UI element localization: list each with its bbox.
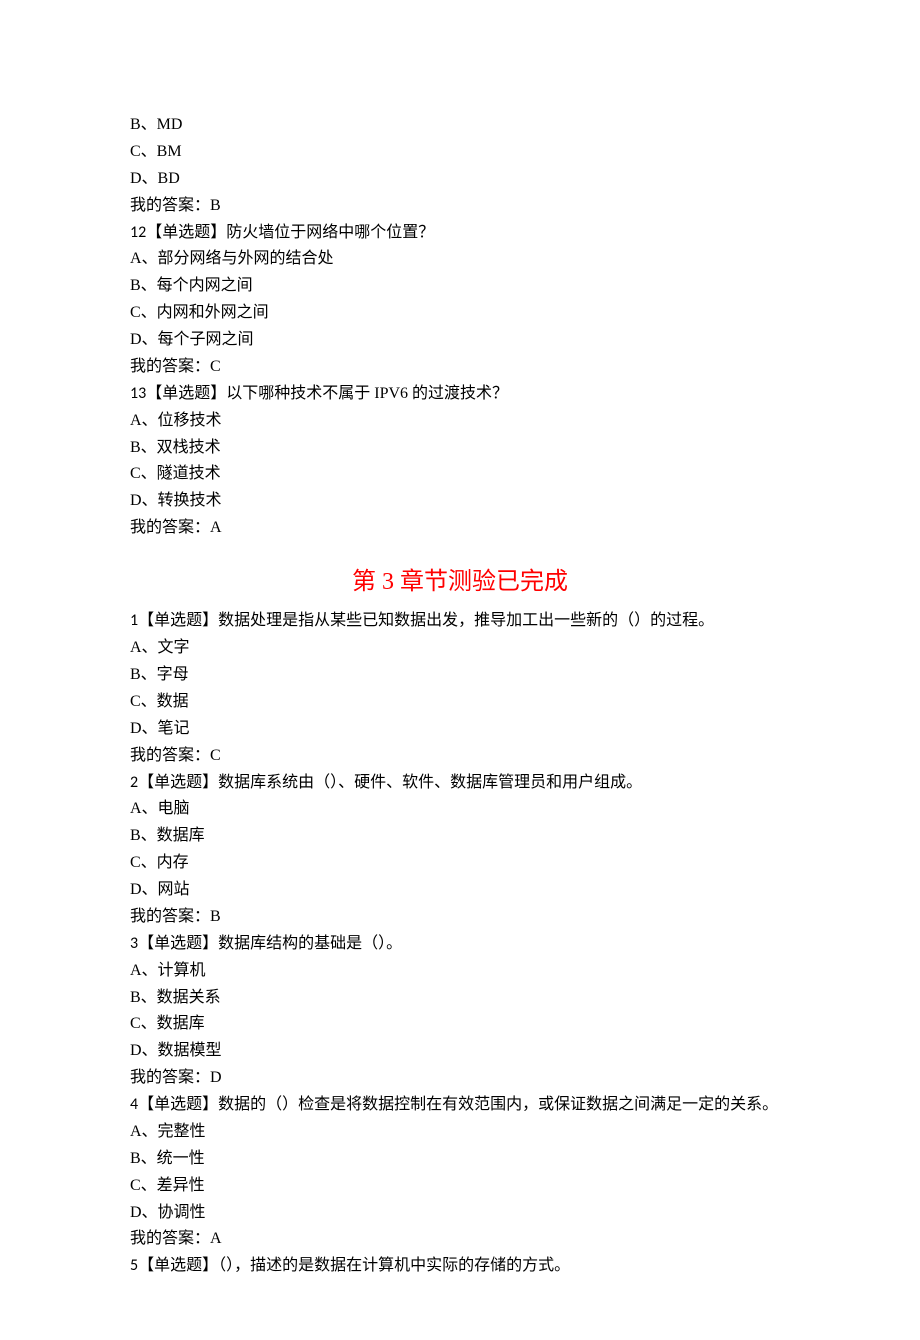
option-line: D、BD: [130, 166, 790, 193]
option-line: C、数据: [130, 689, 790, 716]
question-tag: 【单选题】: [138, 1257, 218, 1274]
option-line: D、笔记: [130, 716, 790, 743]
question-stem: 13【单选题】以下哪种技术不属于 IPV6 的过渡技术？: [130, 381, 790, 408]
question-stem: 2【单选题】数据库系统由（）、硬件、软件、数据库管理员和用户组成。: [130, 770, 790, 797]
question-number: 12: [130, 223, 146, 242]
option-line: C、内网和外网之间: [130, 300, 790, 327]
question-block: 2【单选题】数据库系统由（）、硬件、软件、数据库管理员和用户组成。 A、电脑 B…: [130, 770, 790, 931]
question-text: （），描述的是数据在计算机中实际的存储的方式。: [218, 1257, 570, 1274]
answer-line: 我的答案：B: [130, 904, 790, 931]
option-line: B、数据库: [130, 823, 790, 850]
question-text: 数据处理是指从某些已知数据出发，推导加工出一些新的（）的过程。: [218, 612, 714, 629]
option-line: A、文字: [130, 635, 790, 662]
truncated-options-block: B、MD C、BM D、BD 我的答案：B: [130, 112, 790, 220]
option-line: B、数据关系: [130, 985, 790, 1012]
answer-line: 我的答案：C: [130, 354, 790, 381]
option-line: B、字母: [130, 662, 790, 689]
question-text: 数据库系统由（）、硬件、软件、数据库管理员和用户组成。: [218, 774, 642, 791]
question-block: 12【单选题】防火墙位于网络中哪个位置？ A、部分网络与外网的结合处 B、每个内…: [130, 220, 790, 381]
answer-line: 我的答案：B: [130, 193, 790, 220]
question-block: 13【单选题】以下哪种技术不属于 IPV6 的过渡技术？ A、位移技术 B、双栈…: [130, 381, 790, 542]
question-number: 4: [130, 1095, 138, 1114]
option-line: B、每个内网之间: [130, 273, 790, 300]
question-block: 3【单选题】数据库结构的基础是（）。 A、计算机 B、数据关系 C、数据库 D、…: [130, 931, 790, 1092]
answer-line: 我的答案：D: [130, 1065, 790, 1092]
question-tag: 【单选题】: [138, 774, 218, 791]
question-text: 数据库结构的基础是（）。: [218, 935, 402, 952]
document-page: B、MD C、BM D、BD 我的答案：B 12【单选题】防火墙位于网络中哪个位…: [0, 0, 920, 1340]
question-number: 5: [130, 1256, 138, 1275]
option-line: D、转换技术: [130, 488, 790, 515]
answer-line: 我的答案：A: [130, 1226, 790, 1253]
option-line: B、MD: [130, 112, 790, 139]
question-stem: 4【单选题】数据的（）检查是将数据控制在有效范围内，或保证数据之间满足一定的关系…: [130, 1092, 790, 1119]
option-line: B、双栈技术: [130, 435, 790, 462]
option-line: A、完整性: [130, 1119, 790, 1146]
option-line: D、每个子网之间: [130, 327, 790, 354]
question-text: 数据的（）检查是将数据控制在有效范围内，或保证数据之间满足一定的关系。: [218, 1096, 778, 1113]
option-line: A、部分网络与外网的结合处: [130, 246, 790, 273]
option-line: C、隧道技术: [130, 461, 790, 488]
question-tag: 【单选题】: [146, 224, 226, 241]
option-line: A、电脑: [130, 796, 790, 823]
question-stem: 3【单选题】数据库结构的基础是（）。: [130, 931, 790, 958]
question-number: 2: [130, 773, 138, 792]
question-tag: 【单选题】: [138, 935, 218, 952]
question-number: 3: [130, 934, 138, 953]
answer-line: 我的答案：A: [130, 515, 790, 542]
question-tag: 【单选题】: [138, 612, 218, 629]
question-text: 防火墙位于网络中哪个位置？: [226, 224, 434, 241]
question-stem: 5【单选题】（），描述的是数据在计算机中实际的存储的方式。: [130, 1253, 790, 1280]
option-line: D、网站: [130, 877, 790, 904]
question-block: 1【单选题】数据处理是指从某些已知数据出发，推导加工出一些新的（）的过程。 A、…: [130, 608, 790, 769]
question-number: 1: [130, 611, 138, 630]
question-block: 4【单选题】数据的（）检查是将数据控制在有效范围内，或保证数据之间满足一定的关系…: [130, 1092, 790, 1253]
question-tag: 【单选题】: [146, 385, 226, 402]
option-line: C、差异性: [130, 1173, 790, 1200]
option-line: C、数据库: [130, 1011, 790, 1038]
option-line: D、数据模型: [130, 1038, 790, 1065]
question-number: 13: [130, 384, 146, 403]
question-stem: 12【单选题】防火墙位于网络中哪个位置？: [130, 220, 790, 247]
question-text: 以下哪种技术不属于 IPV6 的过渡技术？: [226, 385, 508, 402]
option-line: A、计算机: [130, 958, 790, 985]
question-block: 5【单选题】（），描述的是数据在计算机中实际的存储的方式。: [130, 1253, 790, 1280]
option-line: B、统一性: [130, 1146, 790, 1173]
option-line: C、BM: [130, 139, 790, 166]
answer-line: 我的答案：C: [130, 743, 790, 770]
option-line: A、位移技术: [130, 408, 790, 435]
option-line: D、协调性: [130, 1200, 790, 1227]
option-line: C、内存: [130, 850, 790, 877]
question-tag: 【单选题】: [138, 1096, 218, 1113]
question-stem: 1【单选题】数据处理是指从某些已知数据出发，推导加工出一些新的（）的过程。: [130, 608, 790, 635]
chapter-heading: 第 3 章节测验已完成: [130, 562, 790, 602]
